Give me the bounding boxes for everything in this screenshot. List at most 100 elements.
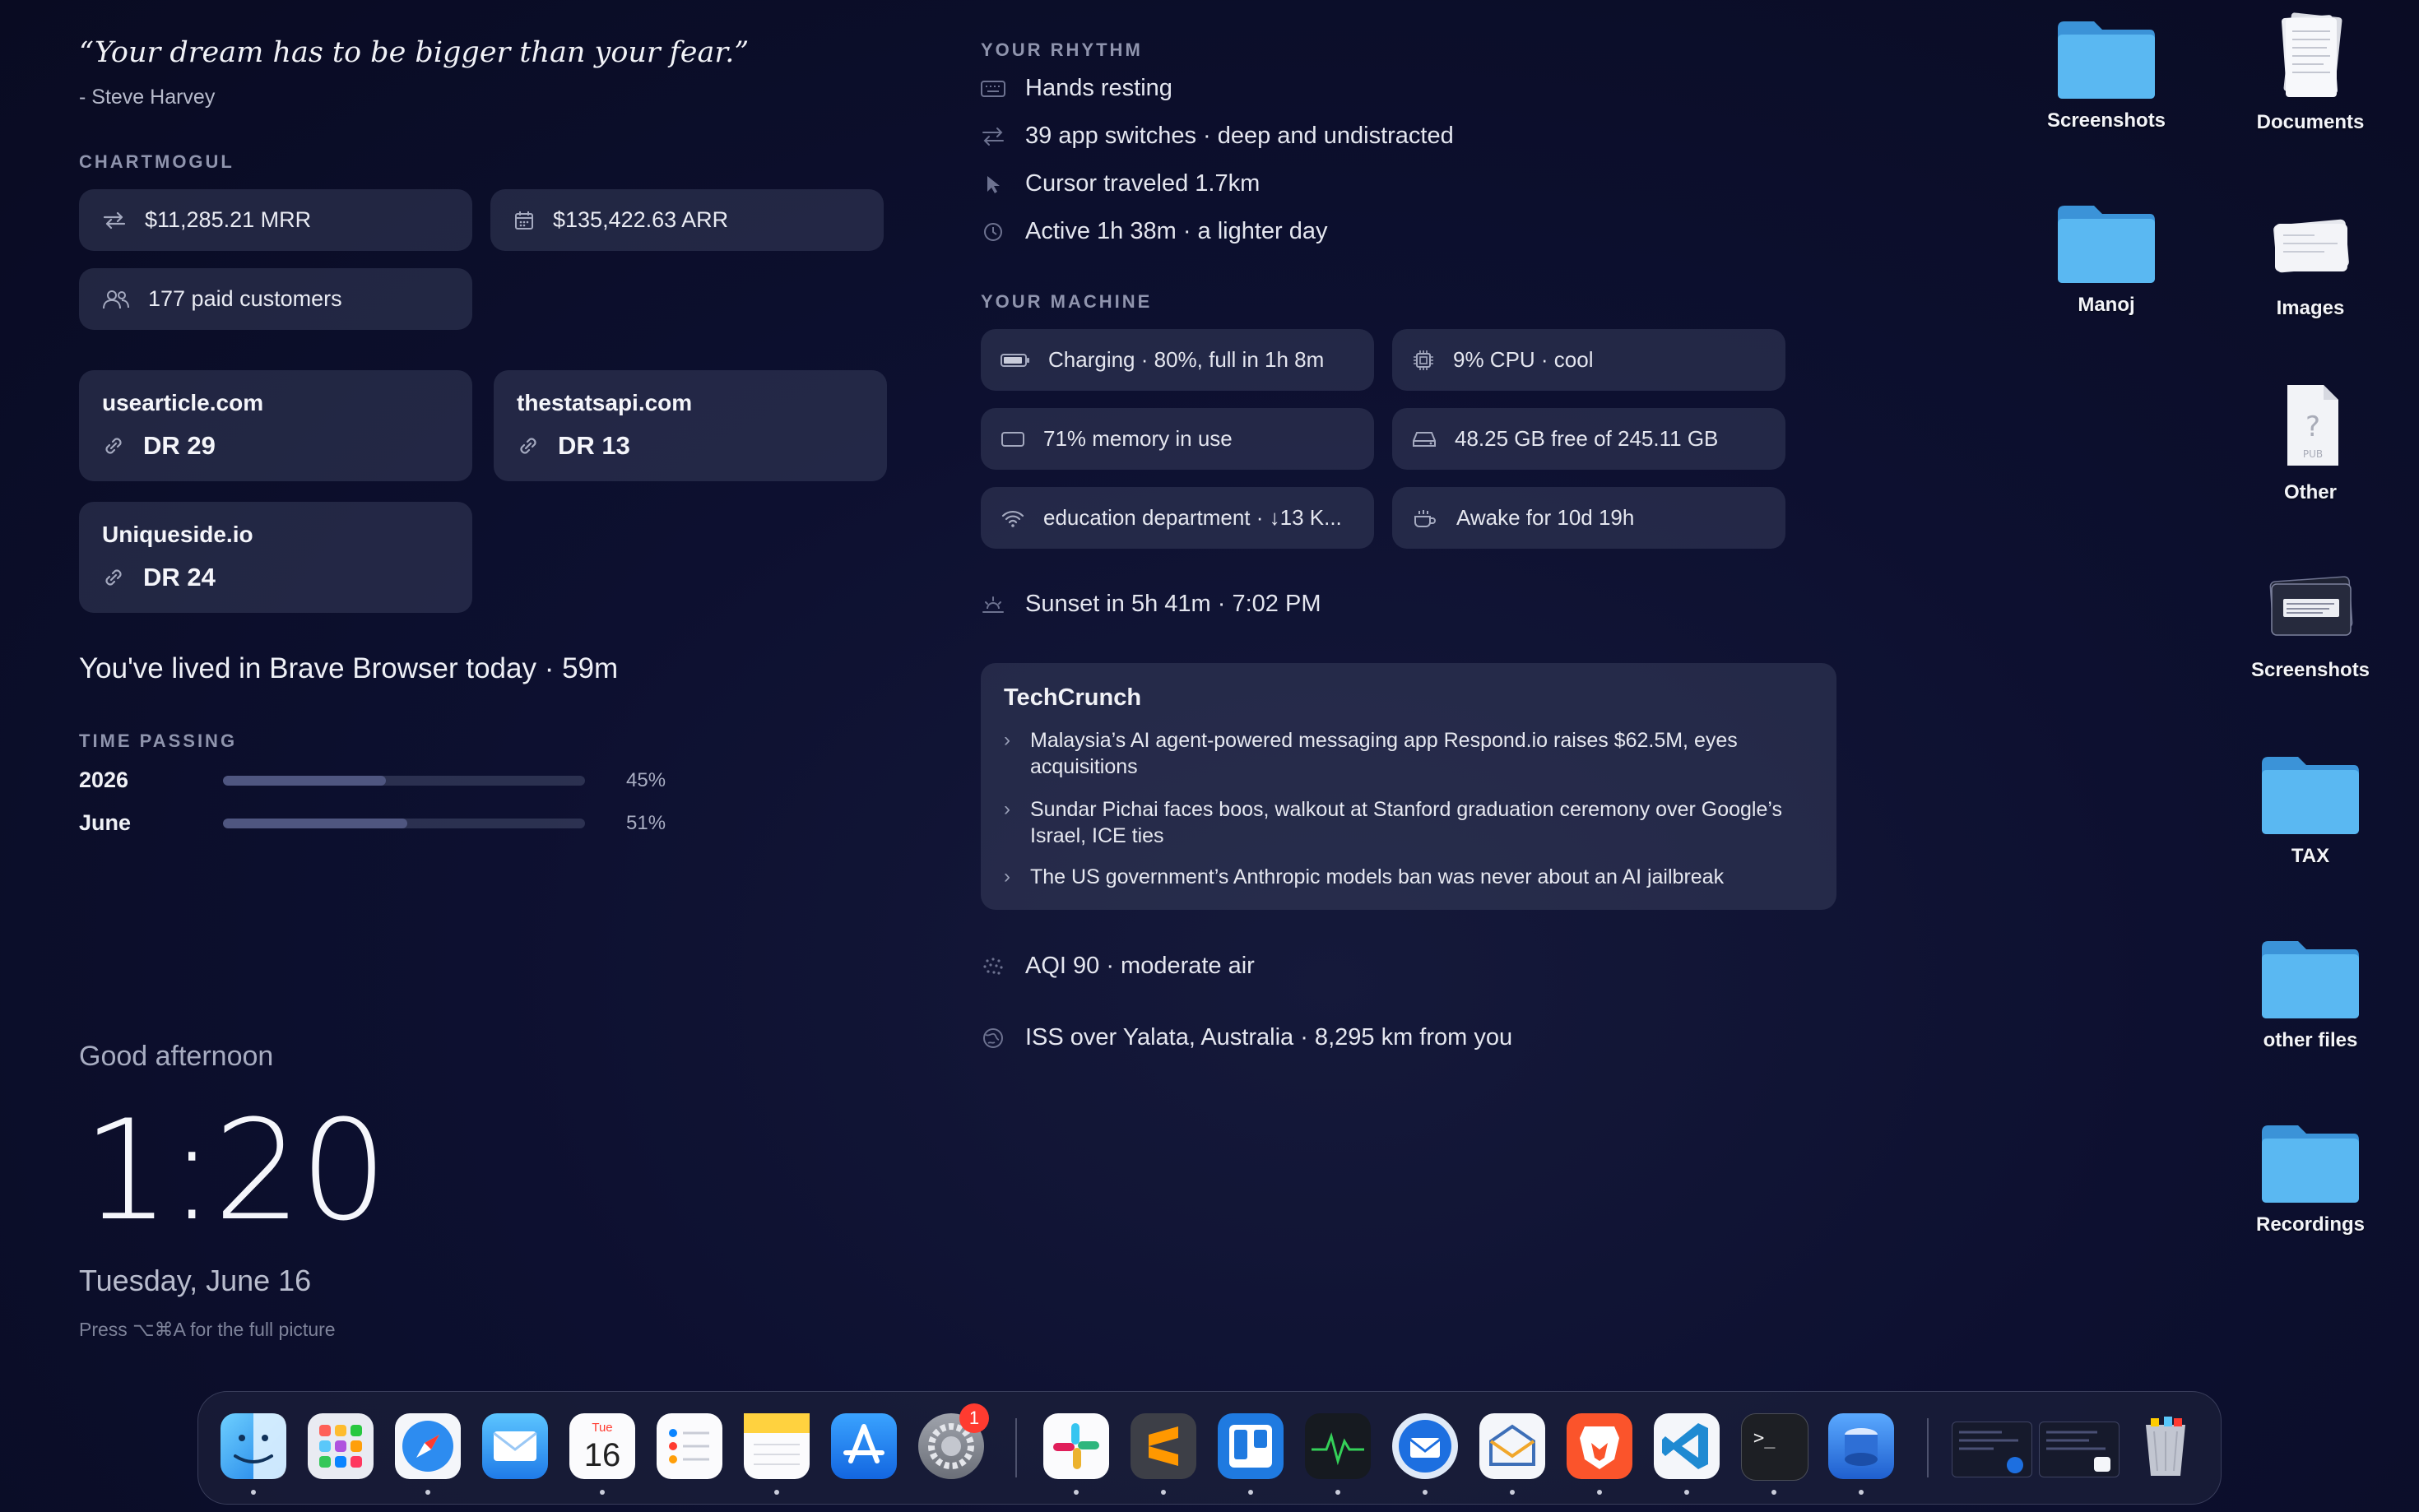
trello-icon[interactable] (1218, 1413, 1284, 1479)
app-store-icon[interactable] (831, 1413, 897, 1479)
folder-icon (2058, 206, 2155, 283)
window-thumbnail-1[interactable] (1952, 1422, 2032, 1477)
desktop-item-manoj[interactable]: Manoj (2024, 199, 2189, 317)
link-icon (105, 569, 122, 586)
running-indicator (1335, 1490, 1340, 1495)
finder-icon[interactable] (221, 1413, 286, 1479)
desktop-item-label: Screenshots (2046, 109, 2166, 132)
mrr-card[interactable]: $11,285.21 MRR (79, 189, 472, 251)
screenshot-stack-icon (2269, 576, 2353, 636)
desktop-item-other-files[interactable]: other files (2228, 935, 2393, 1052)
wifi-card[interactable]: education department · ↓13 K... (981, 487, 1374, 549)
news-item[interactable]: › The US government’s Anthropic models b… (1004, 864, 1787, 890)
email-client-icon[interactable] (1479, 1413, 1545, 1479)
battery-icon (1001, 353, 1029, 367)
rhythm-text: 39 app switches · deep and undistracted (1025, 123, 1454, 149)
chartmogul-label: CHARTMOGUL (79, 151, 234, 172)
desktop-item-documents[interactable]: Documents (2228, 10, 2393, 134)
calendar-icon (515, 211, 533, 230)
running-indicator (1771, 1490, 1776, 1495)
iss-text: ISS over Yalata, Australia · 8,295 km fr… (1025, 1024, 1513, 1051)
desktop-item-label: Documents (2256, 111, 2365, 133)
activity-monitor-icon[interactable] (1305, 1413, 1371, 1479)
wifi-icon (1001, 510, 1024, 527)
terminal-icon[interactable]: >_ (1741, 1413, 1808, 1481)
document-stack-icon (2281, 12, 2342, 97)
disk-icon (1413, 431, 1436, 447)
techcrunch-card: TechCrunch › Malaysia’s AI agent-powered… (981, 663, 1836, 910)
chevron-right-icon: › (1004, 865, 1010, 888)
safari-icon[interactable] (395, 1413, 461, 1479)
news-item[interactable]: › Sundar Pichai faces boos, walkout at S… (1004, 796, 1787, 849)
desktop-item-screenshots-stack[interactable]: Screenshots (2228, 568, 2393, 682)
trash-icon[interactable] (2133, 1413, 2198, 1479)
sunset-info: Sunset in 5h 41m · 7:02 PM (981, 591, 1321, 618)
mail-icon[interactable] (482, 1413, 548, 1479)
news-headline: Sundar Pichai faces boos, walkout at Sta… (1030, 798, 1782, 847)
slack-icon[interactable] (1043, 1413, 1109, 1479)
calendar-day: 16 (584, 1437, 621, 1473)
progress-fill (223, 775, 386, 786)
desktop-item-label: Images (2276, 297, 2345, 319)
wifi-status: education department · ↓13 K... (1043, 505, 1342, 530)
disk-status: 48.25 GB free of 245.11 GB (1455, 426, 1719, 451)
svg-text:?: ? (2305, 410, 2320, 443)
running-indicator (1510, 1490, 1515, 1495)
site-dr: DR 24 (102, 563, 216, 592)
desktop-item-label: Screenshots (2250, 659, 2370, 681)
quote-text: “Your dream has to be bigger than your f… (79, 36, 750, 69)
running-indicator (1161, 1490, 1166, 1495)
battery-card[interactable]: Charging · 80%, full in 1h 8m (981, 329, 1374, 391)
preview-icon[interactable] (1828, 1413, 1894, 1479)
site-card-thestatsapi[interactable]: thestatsapi.com DR 13 (494, 370, 887, 481)
customers-card[interactable]: 177 paid customers (79, 268, 472, 330)
machine-label: YOUR MACHINE (981, 291, 1153, 312)
shortcut-hint: Press ⌥⌘A for the full picture (79, 1319, 336, 1340)
notes-icon[interactable] (744, 1413, 810, 1479)
desktop-item-recordings[interactable]: Recordings (2228, 1119, 2393, 1236)
site-card-usearticle[interactable]: usearticle.com DR 29 (79, 370, 472, 481)
cpu-status: 9% CPU · cool (1453, 347, 1594, 372)
window-thumbnail-2[interactable] (2039, 1422, 2120, 1477)
running-indicator (1423, 1490, 1428, 1495)
clock-date: Tuesday, June 16 (79, 1264, 312, 1297)
desktop-item-other[interactable]: ? PUB Other (2228, 380, 2393, 504)
customers-value: 177 paid customers (148, 286, 342, 311)
site-card-uniqueside[interactable]: Uniqueside.io DR 24 (79, 502, 472, 613)
thunderbird-icon[interactable] (1392, 1413, 1458, 1479)
desktop-item-screenshots[interactable]: Screenshots (2024, 15, 2189, 132)
aqi-info: AQI 90 · moderate air (981, 953, 1255, 980)
brave-icon[interactable] (1567, 1413, 1632, 1479)
running-indicator (1248, 1490, 1253, 1495)
desktop-item-tax[interactable]: TAX (2228, 750, 2393, 868)
people-icon (103, 290, 129, 308)
air-quality-icon (983, 957, 1003, 975)
launchpad-icon[interactable] (308, 1413, 374, 1479)
calendar-app-icon[interactable]: Tue 16 (569, 1413, 635, 1479)
running-indicator (1597, 1490, 1602, 1495)
aqi-text: AQI 90 · moderate air (1025, 953, 1255, 979)
notification-badge: 1 (959, 1403, 989, 1433)
sublime-text-icon[interactable] (1131, 1413, 1196, 1479)
site-name: usearticle.com (102, 390, 264, 415)
cpu-card[interactable]: 9% CPU · cool (1392, 329, 1785, 391)
uptime-card[interactable]: Awake for 10d 19h (1392, 487, 1785, 549)
rhythm-text: Hands resting (1025, 75, 1172, 101)
vscode-icon[interactable] (1654, 1413, 1720, 1479)
memory-status: 71% memory in use (1043, 426, 1233, 451)
folder-icon (2262, 941, 2359, 1018)
clock-time: 1:20 (82, 1090, 388, 1251)
rhythm-typing: Hands resting (981, 75, 1172, 102)
memory-card[interactable]: 71% memory in use (981, 408, 1374, 470)
site-dr-value: DR 24 (143, 563, 216, 591)
arr-value: $135,422.63 ARR (553, 207, 729, 232)
disk-card[interactable]: 48.25 GB free of 245.11 GB (1392, 408, 1785, 470)
reminders-icon[interactable] (657, 1413, 722, 1479)
desktop-item-images[interactable]: Images (2228, 206, 2393, 320)
link-icon (105, 438, 122, 454)
switch-icon (982, 127, 1004, 146)
desktop-item-label: Manoj (2078, 294, 2135, 316)
unknown-file-icon: ? PUB (2287, 385, 2338, 466)
news-item[interactable]: › Malaysia’s AI agent-powered messaging … (1004, 727, 1787, 780)
arr-card[interactable]: $135,422.63 ARR (490, 189, 884, 251)
